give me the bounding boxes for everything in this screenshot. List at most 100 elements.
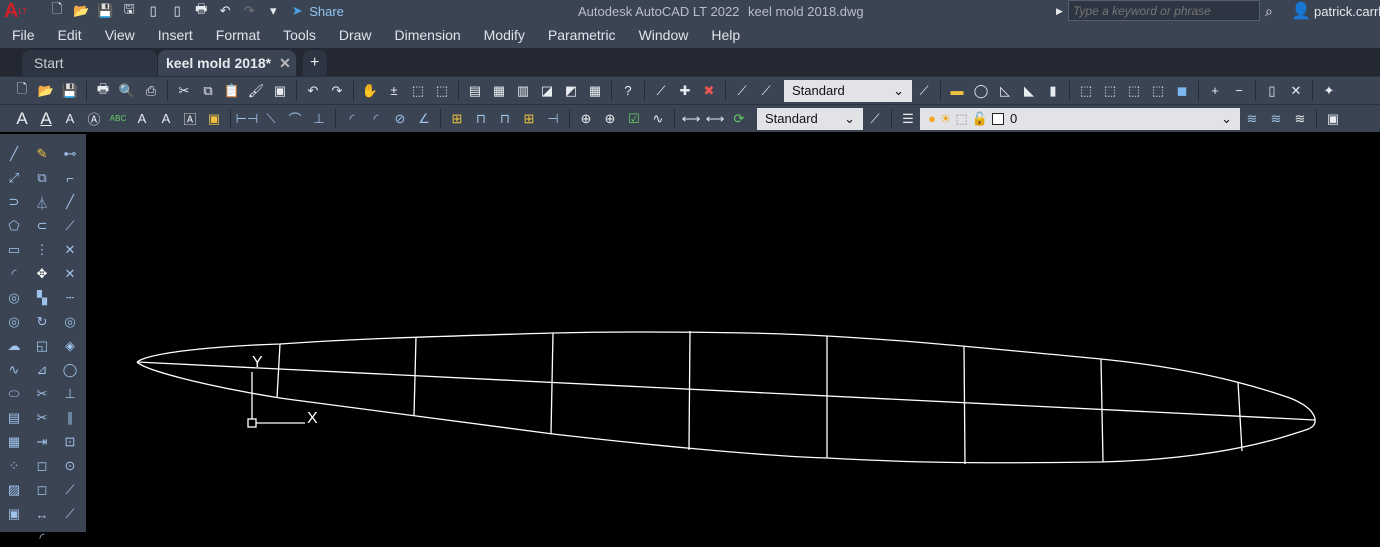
open-web-icon[interactable]: ▯ [144, 2, 162, 20]
user-icon[interactable]: 👤 [1291, 1, 1311, 21]
zoom-object-icon[interactable]: ◼ [1173, 82, 1191, 100]
properties-icon[interactable]: ▤ [466, 82, 484, 100]
jogged-linear-icon[interactable]: ∿ [649, 110, 667, 128]
point-icon[interactable]: ⁘ [5, 457, 23, 475]
polyline-icon[interactable]: ⊃ [5, 193, 23, 211]
undo-icon[interactable]: ↶ [216, 2, 234, 20]
snap-center-icon[interactable]: ◎ [61, 313, 79, 331]
layer-viewport-icon[interactable]: ⬚ [956, 111, 968, 127]
dim-linear-icon[interactable]: ⊢⊣ [236, 110, 259, 128]
menu-dimension[interactable]: Dimension [395, 27, 461, 43]
layer-on-icon[interactable]: ● [928, 111, 936, 126]
snap-midpoint-icon[interactable]: ⟋ [61, 217, 79, 235]
snap-extension-icon[interactable]: ┄ [61, 289, 79, 307]
sheet-set-icon[interactable]: ◪ [538, 82, 556, 100]
stretch-icon[interactable]: ◱ [33, 337, 51, 355]
zoom-extents-icon[interactable]: ✕ [1287, 82, 1305, 100]
ellipse-icon[interactable]: ⬭ [5, 385, 23, 403]
snap-tangent-icon[interactable]: ◯ [61, 361, 79, 379]
paste-icon[interactable]: 📋 [223, 82, 241, 100]
dim-ordinate-icon[interactable]: ⊥ [310, 110, 328, 128]
copy-icon[interactable]: ⧉ [199, 82, 217, 100]
circle-icon[interactable]: ◎ [5, 289, 23, 307]
menu-parametric[interactable]: Parametric [548, 27, 616, 43]
color-control-icon[interactable]: ▣ [1324, 110, 1342, 128]
mtext-icon[interactable]: A [37, 109, 55, 128]
save-web-icon[interactable]: ▯ [168, 2, 186, 20]
layer-lock-icon[interactable]: 🔓 [972, 111, 988, 127]
find-icon[interactable]: Ⓐ [85, 110, 103, 128]
insert-block-icon[interactable]: ▤ [5, 409, 23, 427]
publish-icon[interactable]: ⎙ [142, 82, 160, 100]
help-icon[interactable]: ? [619, 82, 637, 100]
justify-text-icon[interactable]: A [157, 110, 175, 128]
measure-distance-icon[interactable]: ▬ [948, 82, 966, 100]
dim-radius-icon[interactable]: ◜ [343, 110, 361, 128]
temp-track-icon[interactable]: ⊷ [61, 145, 79, 163]
revcloud-icon[interactable]: ◎ [5, 313, 23, 331]
rectangle-icon[interactable]: ▭ [5, 241, 23, 259]
design-center-icon[interactable]: ▦ [490, 82, 508, 100]
search-input[interactable] [1068, 0, 1260, 21]
menu-draw[interactable]: Draw [339, 27, 372, 43]
trim-icon[interactable]: ⊿ [33, 361, 51, 379]
field-icon[interactable]: ▣ [205, 110, 223, 128]
inspection-icon[interactable]: ☑ [625, 110, 643, 128]
new-icon[interactable]: 🗋 [13, 81, 31, 100]
username[interactable]: patrick.carrl [1314, 4, 1380, 19]
region-icon[interactable]: ▣ [5, 505, 23, 523]
line-icon[interactable]: ╱ [5, 145, 23, 163]
construction-line-icon[interactable]: ⤢ [5, 169, 23, 187]
dim-space-icon[interactable]: ⊞ [520, 110, 538, 128]
measure-area-icon[interactable]: ◣ [1020, 82, 1038, 100]
hatch-icon[interactable]: ▨ [5, 481, 23, 499]
dim-angular-icon[interactable]: ∠ [415, 110, 433, 128]
snap-endpoint-icon[interactable]: ╱ [61, 193, 79, 211]
menu-window[interactable]: Window [639, 27, 689, 43]
snap-apparent-icon[interactable]: ✕ [61, 265, 79, 283]
zoom-previous-icon[interactable]: ⬚ [433, 82, 451, 100]
dim-text-edit-icon[interactable]: ⟷ [706, 110, 725, 128]
zoom-in-icon[interactable]: + [1206, 82, 1224, 100]
calculator-icon[interactable]: ▦ [586, 82, 604, 100]
add-icon[interactable]: ✚ [676, 82, 694, 100]
snap-parallel-icon[interactable]: ∥ [61, 409, 79, 427]
offset-icon[interactable]: ⊂ [33, 217, 51, 235]
measure-angle-icon[interactable]: ◺ [996, 82, 1014, 100]
style-manager-icon[interactable]: ⟋ [915, 82, 933, 100]
menu-tools[interactable]: Tools [283, 27, 316, 43]
save-as-icon[interactable]: 🖫 [120, 1, 138, 20]
menu-help[interactable]: Help [711, 27, 740, 43]
zoom-window-icon[interactable]: ⬚ [1077, 82, 1095, 100]
plot-icon[interactable]: 🖶 [192, 1, 210, 20]
undo-icon[interactable]: ↶ [304, 82, 322, 100]
measure-radius-icon[interactable]: ◯ [972, 82, 990, 100]
erase-icon[interactable]: ✎ [33, 145, 51, 163]
snap-perpendicular-icon[interactable]: ⊥ [61, 385, 79, 403]
dim-arc-icon[interactable]: ⌒ [286, 110, 304, 128]
menu-modify[interactable]: Modify [484, 27, 525, 43]
arc-icon[interactable]: ◜ [5, 265, 23, 283]
layer-color-swatch[interactable] [992, 112, 1004, 125]
fillet-icon[interactable]: ◻ [33, 481, 51, 499]
menu-file[interactable]: File [12, 27, 35, 43]
make-current-icon[interactable]: ≋ [1243, 110, 1261, 128]
save-icon[interactable]: 💾 [96, 2, 114, 20]
new-icon[interactable]: 🗋 [48, 1, 66, 20]
text-scale-icon[interactable]: A [133, 110, 151, 128]
spline-icon[interactable]: ∿ [5, 361, 23, 379]
layer-properties-icon[interactable]: ☰ [899, 110, 917, 128]
mirror-icon[interactable]: ⏃ [33, 193, 51, 211]
array-icon[interactable]: ⋮ [33, 241, 51, 259]
dim-continue-icon[interactable]: ⊓ [496, 110, 514, 128]
join-icon[interactable]: ⇥ [33, 433, 51, 451]
tab-keel-mold[interactable]: keel mold 2018* ✕ [158, 50, 296, 76]
dim-update-icon[interactable]: ⟳ [730, 110, 748, 128]
layer-freeze-icon[interactable]: ☀ [940, 111, 952, 127]
zoom-scale-icon[interactable]: ⬚ [1125, 82, 1143, 100]
copy-object-icon[interactable]: ⧉ [33, 169, 51, 187]
text-icon[interactable]: A [13, 109, 31, 128]
layer-previous-icon[interactable]: ≋ [1267, 110, 1285, 128]
cut-icon[interactable]: ✂ [175, 82, 193, 100]
spellcheck-icon[interactable]: ABC [109, 110, 127, 128]
